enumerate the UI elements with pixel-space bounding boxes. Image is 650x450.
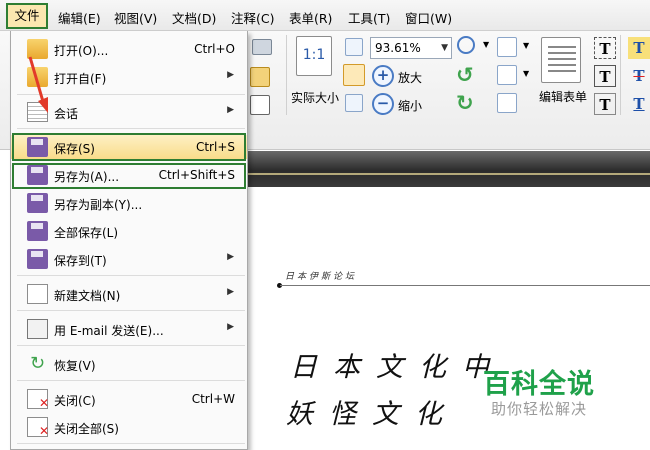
document-banner bbox=[248, 151, 650, 187]
menu-item-close[interactable]: ✕ 关闭(C) Ctrl+W bbox=[11, 387, 247, 411]
page-header-text: 日本伊斯论坛 bbox=[285, 272, 358, 282]
close-document-icon: ✕ bbox=[27, 389, 49, 410]
menu-separator bbox=[17, 443, 245, 444]
zoom-out-label[interactable]: 缩小 bbox=[398, 97, 422, 114]
zoom-in-icon[interactable]: + bbox=[372, 65, 394, 87]
close-all-icon: ✕ bbox=[27, 417, 49, 438]
submenu-arrow-icon: ▶ bbox=[227, 70, 234, 80]
text-box-icon[interactable]: T bbox=[594, 65, 616, 87]
menu-document[interactable]: 文档(D) bbox=[172, 8, 216, 27]
snapshot-icon[interactable] bbox=[252, 39, 272, 55]
form-lines bbox=[548, 46, 576, 72]
menu-item-label: 打开(O)... bbox=[54, 44, 109, 58]
highlight-text-icon[interactable]: T bbox=[628, 37, 650, 59]
menu-tools[interactable]: 工具(T) bbox=[348, 8, 390, 27]
actual-size-icon-text: 1:1 bbox=[302, 47, 326, 63]
menu-separator bbox=[17, 128, 245, 129]
menu-item-label: 用 E-mail 发送(E)... bbox=[54, 324, 164, 338]
rotate-left-icon[interactable]: ↺ bbox=[456, 63, 474, 87]
fit-visible-icon[interactable] bbox=[345, 94, 363, 112]
save-to-icon bbox=[27, 249, 48, 269]
form-image-icon[interactable] bbox=[497, 93, 517, 113]
page-rule bbox=[280, 285, 650, 286]
banner-stripe bbox=[248, 173, 650, 175]
menu-item-label: 新建文档(N) bbox=[54, 289, 121, 303]
menu-item-revert[interactable]: ↻ 恢复(V) bbox=[11, 352, 247, 376]
menu-form[interactable]: 表单(R) bbox=[289, 8, 332, 27]
submenu-arrow-icon: ▶ bbox=[227, 322, 234, 332]
watermark-subtitle: 助你轻松解决 bbox=[491, 400, 588, 418]
menu-item-label: 关闭全部(S) bbox=[54, 422, 119, 436]
save-as-highlight-outline bbox=[12, 163, 246, 189]
form-edit-icon[interactable] bbox=[497, 37, 517, 57]
zoom-out-icon[interactable]: − bbox=[372, 93, 394, 115]
zoom-value: 93.61% bbox=[375, 41, 421, 55]
menu-item-save-to[interactable]: 保存到(T) ▶ bbox=[11, 247, 247, 271]
toolbar-separator bbox=[620, 35, 621, 115]
zoom-combobox[interactable]: 93.61% ▼ bbox=[370, 37, 452, 59]
menu-item-label: 打开自(F) bbox=[54, 72, 107, 86]
text-stamp-icon[interactable]: T bbox=[594, 93, 616, 115]
save-all-icon bbox=[27, 221, 48, 241]
edit-form-label[interactable]: 编辑表单 bbox=[539, 88, 587, 105]
menu-item-label: 恢复(V) bbox=[54, 359, 96, 373]
fit-width-icon[interactable] bbox=[343, 64, 365, 86]
select-tool-icon[interactable] bbox=[250, 95, 270, 115]
actual-size-label[interactable]: 实际大小 bbox=[291, 89, 339, 106]
save-highlight-outline bbox=[12, 133, 246, 161]
menu-item-save-all[interactable]: 全部保存(L) bbox=[11, 219, 247, 243]
menu-edit[interactable]: 编辑(E) bbox=[58, 8, 101, 27]
chevron-down-icon[interactable]: ▼ bbox=[483, 40, 489, 49]
menu-item-label: 保存到(T) bbox=[54, 254, 107, 268]
annotation-arrow-icon bbox=[28, 56, 48, 113]
menu-window[interactable]: 窗口(W) bbox=[405, 8, 452, 27]
rotate-right-icon[interactable]: ↻ bbox=[456, 91, 474, 115]
menu-separator bbox=[17, 310, 245, 311]
toolbar-separator bbox=[286, 35, 287, 115]
underline-text-icon[interactable]: T bbox=[628, 93, 650, 115]
menu-view[interactable]: 视图(V) bbox=[114, 8, 157, 27]
menu-separator bbox=[17, 94, 245, 95]
magnifier-icon[interactable] bbox=[457, 36, 475, 54]
menu-item-close-all[interactable]: ✕ 关闭全部(S) bbox=[11, 415, 247, 439]
submenu-arrow-icon: ▶ bbox=[227, 105, 234, 115]
document-text-line-1: 日本文化中 bbox=[290, 352, 505, 383]
menu-item-email[interactable]: 用 E-mail 发送(E)... ▶ bbox=[11, 317, 247, 341]
menu-comment[interactable]: 注释(C) bbox=[231, 8, 274, 27]
chevron-down-icon[interactable]: ▼ bbox=[523, 41, 529, 50]
menu-item-shortcut: Ctrl+O bbox=[194, 42, 235, 56]
menu-item-shortcut: Ctrl+W bbox=[191, 392, 235, 406]
zoom-in-label[interactable]: 放大 bbox=[398, 69, 422, 86]
menu-separator bbox=[17, 275, 245, 276]
chevron-down-icon[interactable]: ▼ bbox=[523, 69, 529, 78]
menu-bar: 文件 编辑(E) 视图(V) 文档(D) 注释(C) 表单(R) 工具(T) 窗… bbox=[0, 0, 650, 31]
menu-separator bbox=[17, 345, 245, 346]
fit-page-icon[interactable] bbox=[345, 38, 363, 56]
submenu-arrow-icon: ▶ bbox=[227, 287, 234, 297]
form-add-icon[interactable] bbox=[497, 65, 517, 85]
menu-item-label: 关闭(C) bbox=[54, 394, 96, 408]
watermark-title: 百科全说 bbox=[483, 369, 595, 400]
menu-file[interactable]: 文件 bbox=[6, 3, 48, 29]
strikeout-text-icon[interactable]: T bbox=[628, 65, 650, 87]
edit-form-icon[interactable] bbox=[541, 37, 581, 83]
new-document-icon bbox=[27, 284, 48, 304]
menu-separator bbox=[17, 380, 245, 381]
document-text-line-2: 妖怪文化 bbox=[286, 399, 458, 430]
revert-icon: ↻ bbox=[29, 353, 46, 374]
submenu-arrow-icon: ▶ bbox=[227, 252, 234, 262]
email-icon bbox=[27, 319, 48, 339]
menu-item-save-copy[interactable]: 另存为副本(Y)... bbox=[11, 191, 247, 215]
actual-size-icon[interactable]: 1:1 bbox=[296, 36, 332, 76]
chevron-down-icon[interactable]: ▼ bbox=[441, 38, 448, 58]
menu-item-new-document[interactable]: 新建文档(N) ▶ bbox=[11, 282, 247, 306]
menu-item-label: 另存为副本(Y)... bbox=[54, 198, 143, 212]
text-field-icon[interactable]: T bbox=[594, 37, 616, 59]
save-copy-icon bbox=[27, 193, 48, 213]
menu-item-label: 全部保存(L) bbox=[54, 226, 119, 240]
clipboard-icon[interactable] bbox=[250, 67, 270, 87]
menu-item-label: 会话 bbox=[54, 107, 79, 121]
